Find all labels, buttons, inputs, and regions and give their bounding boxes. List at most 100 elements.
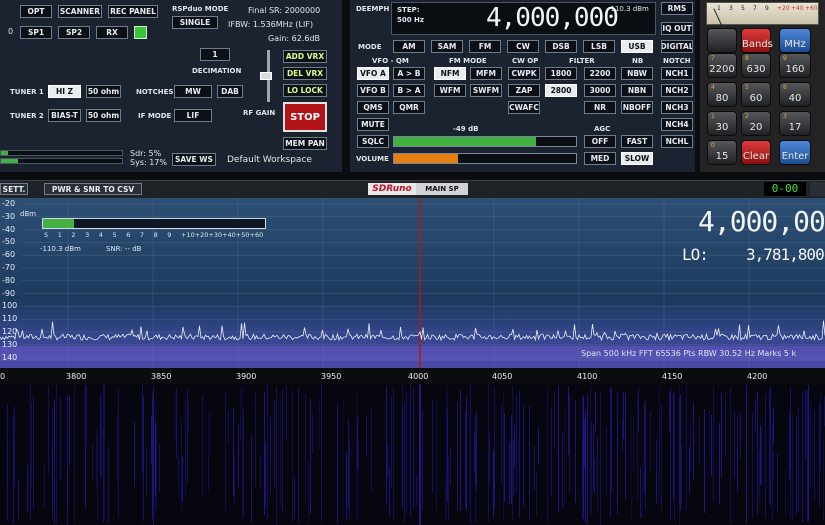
nch4-button[interactable]: NCH4 [661, 118, 693, 131]
vfo-b-button[interactable]: VFO B [357, 84, 389, 97]
stop-button[interactable]: STOP [283, 102, 327, 132]
qms-button[interactable]: QMS [357, 101, 389, 114]
sqlc-button[interactable]: SQLC [357, 135, 389, 148]
a-to-b-button[interactable]: A > B [393, 67, 425, 80]
smeter-scale-label: +40 [222, 231, 236, 239]
pwr-snr-csv-button[interactable]: PWR & SNR TO CSV [44, 183, 142, 195]
wfm-button[interactable]: WFM [434, 84, 466, 97]
step-value[interactable]: 500 Hz [397, 16, 424, 24]
zap-button[interactable]: ZAP [508, 84, 540, 97]
nfm-button[interactable]: NFM [434, 67, 466, 80]
opt-button[interactable]: OPT [20, 5, 52, 18]
keypad-key-11[interactable]: 3 17 [779, 111, 811, 136]
tuner2-50ohm-button[interactable]: 50 ohm [86, 109, 121, 122]
nr-button[interactable]: NR [584, 101, 616, 114]
filter-1800-button[interactable]: 1800 [545, 67, 577, 80]
filter-2200-button[interactable]: 2200 [584, 67, 616, 80]
del-vrx-button[interactable]: DEL VRX [283, 67, 327, 80]
iq-out-button[interactable]: IQ OUT [661, 22, 693, 35]
notch-dab-button[interactable]: DAB [217, 85, 243, 98]
filter-3000-button[interactable]: 3000 [584, 84, 616, 97]
lo-lock-button[interactable]: LO LOCK [283, 84, 327, 97]
keypad-key-13[interactable]: Clear [741, 140, 771, 165]
mode-fm-button[interactable]: FM [469, 40, 501, 53]
mode-lsb-button[interactable]: LSB [583, 40, 615, 53]
rms-button[interactable]: RMS [661, 2, 693, 15]
keypad-key-8[interactable]: 6 40 [779, 82, 811, 107]
notch-mw-button[interactable]: MW [174, 85, 212, 98]
sp1-button[interactable]: SP1 [20, 26, 52, 39]
waterfall-streak [357, 417, 358, 470]
keypad-key-4[interactable]: 8 630 [741, 53, 771, 78]
keypad-key-0[interactable] [707, 28, 737, 53]
nch3-button[interactable]: NCH3 [661, 101, 693, 114]
rf-gain-slider-handle[interactable] [260, 72, 272, 80]
vfo-a-button[interactable]: VFO A [357, 67, 389, 80]
save-ws-button[interactable]: SAVE WS [172, 153, 216, 166]
decimation-label: DECIMATION [192, 67, 242, 75]
nbw-button[interactable]: NBW [621, 67, 653, 80]
digital-button[interactable]: DIGITAL [661, 40, 693, 53]
sp2-button[interactable]: SP2 [58, 26, 90, 39]
tuner1-50ohm-button[interactable]: 50 ohm [86, 85, 121, 98]
waterfall-streak [178, 458, 179, 500]
scanner-button[interactable]: SCANNER [58, 5, 102, 18]
sp-close-area[interactable] [810, 182, 825, 196]
keypad-key-1[interactable]: Bands [741, 28, 773, 53]
squelch-slider[interactable] [393, 136, 577, 147]
cwafc-button[interactable]: CWAFC [508, 101, 540, 114]
keypad-key-14[interactable]: Enter [779, 140, 811, 165]
agc-med-button[interactable]: MED [584, 152, 616, 165]
rec-panel-button[interactable]: REC PANEL [108, 5, 158, 18]
keypad-key-digit: 6 [783, 84, 787, 91]
agc-off-button[interactable]: OFF [584, 135, 616, 148]
rspduo-mode-button[interactable]: SINGLE [172, 16, 218, 29]
nbn-button[interactable]: NBN [621, 84, 653, 97]
mfm-button[interactable]: MFM [470, 67, 502, 80]
keypad-key-6[interactable]: 4 80 [707, 82, 737, 107]
nch2-button[interactable]: NCH2 [661, 84, 693, 97]
keypad-key-9[interactable]: 1 30 [707, 111, 737, 136]
waterfall-streak [693, 402, 694, 479]
decimation-value[interactable]: 1 [200, 48, 230, 61]
mute-button[interactable]: MUTE [357, 118, 389, 131]
meter-scale-60: +60 [805, 5, 818, 12]
waterfall-display[interactable] [0, 384, 825, 525]
agc-slow-button[interactable]: SLOW [621, 152, 653, 165]
cwpk-button[interactable]: CWPK [508, 67, 540, 80]
waterfall-streak [153, 385, 154, 525]
keypad-key-10[interactable]: 2 20 [741, 111, 771, 136]
waterfall-streak [699, 416, 700, 464]
nchl-button[interactable]: NCHL [661, 135, 693, 148]
b-to-a-button[interactable]: B > A [393, 84, 425, 97]
tuner2-biast-button[interactable]: BIAS-T [48, 109, 81, 122]
nch1-button[interactable]: NCH1 [661, 67, 693, 80]
mode-sam-button[interactable]: SAM [431, 40, 463, 53]
if-mode-button[interactable]: LIF [174, 109, 212, 122]
mode-cw-button[interactable]: CW [507, 40, 539, 53]
qmr-button[interactable]: QMR [393, 101, 425, 114]
add-vrx-button[interactable]: ADD VRX [283, 50, 327, 63]
mem-pan-button[interactable]: MEM PAN [283, 137, 327, 150]
waterfall-streak [769, 390, 770, 504]
swfm-button[interactable]: SWFM [470, 84, 502, 97]
mode-usb-button[interactable]: USB [621, 40, 653, 53]
waterfall-streak [568, 386, 569, 455]
keypad-key-5[interactable]: 9 160 [779, 53, 811, 78]
mode-dsb-button[interactable]: DSB [545, 40, 577, 53]
agc-fast-button[interactable]: FAST [621, 135, 653, 148]
nboff-button[interactable]: NBOFF [621, 101, 653, 114]
sett-button[interactable]: SETT. [0, 183, 28, 195]
volume-slider[interactable] [393, 153, 577, 164]
keypad-key-12[interactable]: 0 15 [707, 140, 737, 165]
keypad-key-7[interactable]: 5 60 [741, 82, 771, 107]
keypad-key-2[interactable]: MHz [779, 28, 811, 53]
tuner1-hiz-button[interactable]: HI Z [48, 85, 81, 98]
frequency-digits[interactable]: 4,000,000 [486, 3, 619, 33]
waterfall-streak [187, 389, 188, 482]
mode-am-button[interactable]: AM [393, 40, 425, 53]
filter-2800-button[interactable]: 2800 [545, 84, 577, 97]
waterfall-streak [558, 387, 559, 512]
keypad-key-3[interactable]: 7 2200 [707, 53, 737, 78]
rx-button[interactable]: RX [96, 26, 128, 39]
